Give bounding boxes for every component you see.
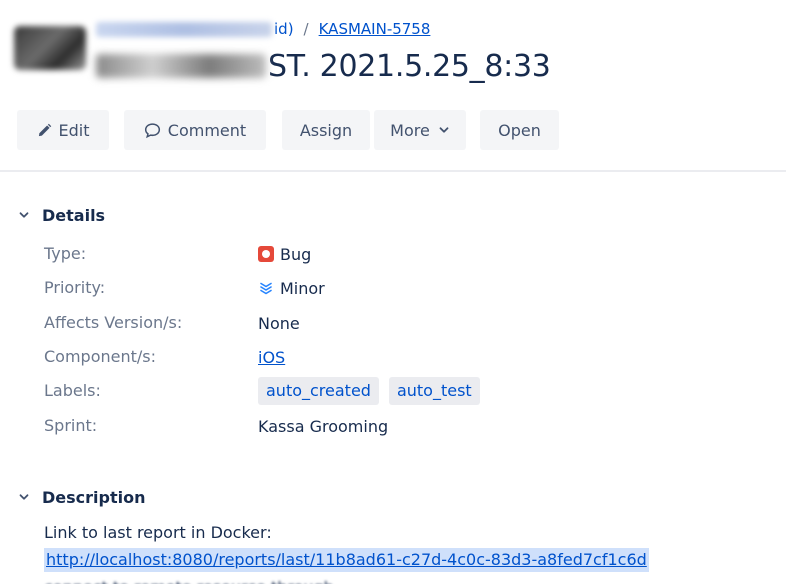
labels-value: auto_created auto_test xyxy=(258,377,490,405)
more-button-label: More xyxy=(390,120,430,140)
header-divider xyxy=(0,170,786,172)
breadcrumb: id) / KASMAIN-5758 xyxy=(96,16,430,42)
breadcrumb-parent-link[interactable]: id) xyxy=(274,20,294,38)
labels-label: Labels: xyxy=(44,381,101,400)
project-avatar[interactable] xyxy=(14,26,86,70)
more-button[interactable]: More xyxy=(374,110,466,150)
breadcrumb-separator: / xyxy=(303,20,309,38)
description-line-partial: connect to remote resource through xyxy=(44,576,334,584)
priority-value-text: Minor xyxy=(280,278,325,298)
priority-minor-icon xyxy=(258,280,274,296)
priority-value: Minor xyxy=(258,276,325,300)
description-section-toggle[interactable]: Description xyxy=(18,485,145,509)
priority-label: Priority: xyxy=(44,278,106,297)
comment-button[interactable]: Comment xyxy=(124,110,266,150)
component-link-ios[interactable]: iOS xyxy=(258,348,285,367)
bug-icon xyxy=(258,246,274,262)
affects-version-label: Affects Version/s: xyxy=(44,313,183,332)
description-heading: Description xyxy=(42,487,146,507)
breadcrumb-project-redacted[interactable] xyxy=(96,21,272,37)
component-value: iOS xyxy=(258,345,285,369)
issue-view: id) / KASMAIN-5758 ST. 2021.5.25_8:33 Ed… xyxy=(0,0,786,584)
sprint-label: Sprint: xyxy=(44,416,98,435)
description-line: Link to last report in Docker: xyxy=(44,523,272,542)
chevron-down-icon xyxy=(18,491,30,503)
edit-button[interactable]: Edit xyxy=(17,110,109,150)
assign-button[interactable]: Assign xyxy=(282,110,370,150)
issue-key-link[interactable]: KASMAIN-5758 xyxy=(319,20,431,38)
report-link[interactable]: http://localhost:8080/reports/last/11b8a… xyxy=(44,548,649,572)
component-label: Component/s: xyxy=(44,347,157,366)
label-chip[interactable]: auto_created xyxy=(258,377,379,405)
pencil-icon xyxy=(37,123,52,138)
details-heading: Details xyxy=(42,205,106,225)
type-value-text: Bug xyxy=(280,244,312,264)
issue-title-text: ST. 2021.5.25_8:33 xyxy=(268,48,551,84)
chevron-down-icon xyxy=(438,124,450,136)
assign-button-label: Assign xyxy=(299,120,353,140)
open-status-label: Open xyxy=(498,120,541,140)
issue-title-redacted xyxy=(96,54,266,78)
comment-button-label: Comment xyxy=(167,120,247,140)
sprint-value[interactable]: Kassa Grooming xyxy=(258,414,388,438)
open-status-button[interactable]: Open xyxy=(480,110,559,150)
type-label: Type: xyxy=(44,244,87,263)
speech-bubble-icon xyxy=(144,122,161,139)
issue-title: ST. 2021.5.25_8:33 xyxy=(96,44,551,88)
affects-version-value: None xyxy=(258,313,300,333)
details-section-toggle[interactable]: Details xyxy=(18,203,105,227)
label-chip[interactable]: auto_test xyxy=(388,377,480,405)
type-value: Bug xyxy=(258,242,311,266)
edit-button-label: Edit xyxy=(58,120,90,140)
chevron-down-icon xyxy=(18,209,30,221)
